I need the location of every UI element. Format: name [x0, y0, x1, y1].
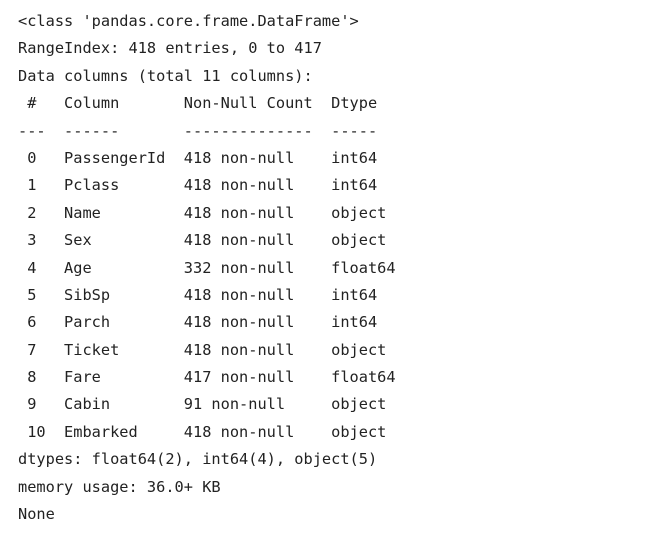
- column-row: 10 Embarked 418 non-null object: [18, 422, 396, 441]
- class-line: <class 'pandas.core.frame.DataFrame'>: [18, 12, 359, 30]
- column-row: 9 Cabin 91 non-null object: [18, 395, 396, 414]
- return-value-line: None: [18, 505, 55, 524]
- column-row: 6 Parch 418 non-null int64: [18, 313, 396, 332]
- range-index-line: RangeIndex: 418 entries, 0 to 417: [18, 39, 322, 58]
- column-row: 7 Ticket 418 non-null object: [18, 340, 396, 359]
- column-row: 0 PassengerId 418 non-null int64: [18, 148, 396, 167]
- column-row: 2 Name 418 non-null object: [18, 203, 396, 222]
- column-row: 4 Age 332 non-null float64: [18, 258, 396, 277]
- column-row: 3 Sex 418 non-null object: [18, 231, 396, 250]
- separator-line: --- ------ -------------- -----: [18, 121, 396, 140]
- column-row: 1 Pclass 418 non-null int64: [18, 176, 396, 195]
- data-columns-line: Data columns (total 11 columns):: [18, 66, 313, 85]
- memory-usage-line: memory usage: 36.0+ KB: [18, 477, 221, 496]
- column-header-line: # Column Non-Null Count Dtype: [18, 94, 396, 113]
- column-row: 5 SibSp 418 non-null int64: [18, 285, 396, 304]
- dtypes-line: dtypes: float64(2), int64(4), object(5): [18, 450, 378, 469]
- column-row: 8 Fare 417 non-null float64: [18, 368, 396, 387]
- cell-output: <class 'pandas.core.frame.DataFrame'> Ra…: [18, 8, 396, 528]
